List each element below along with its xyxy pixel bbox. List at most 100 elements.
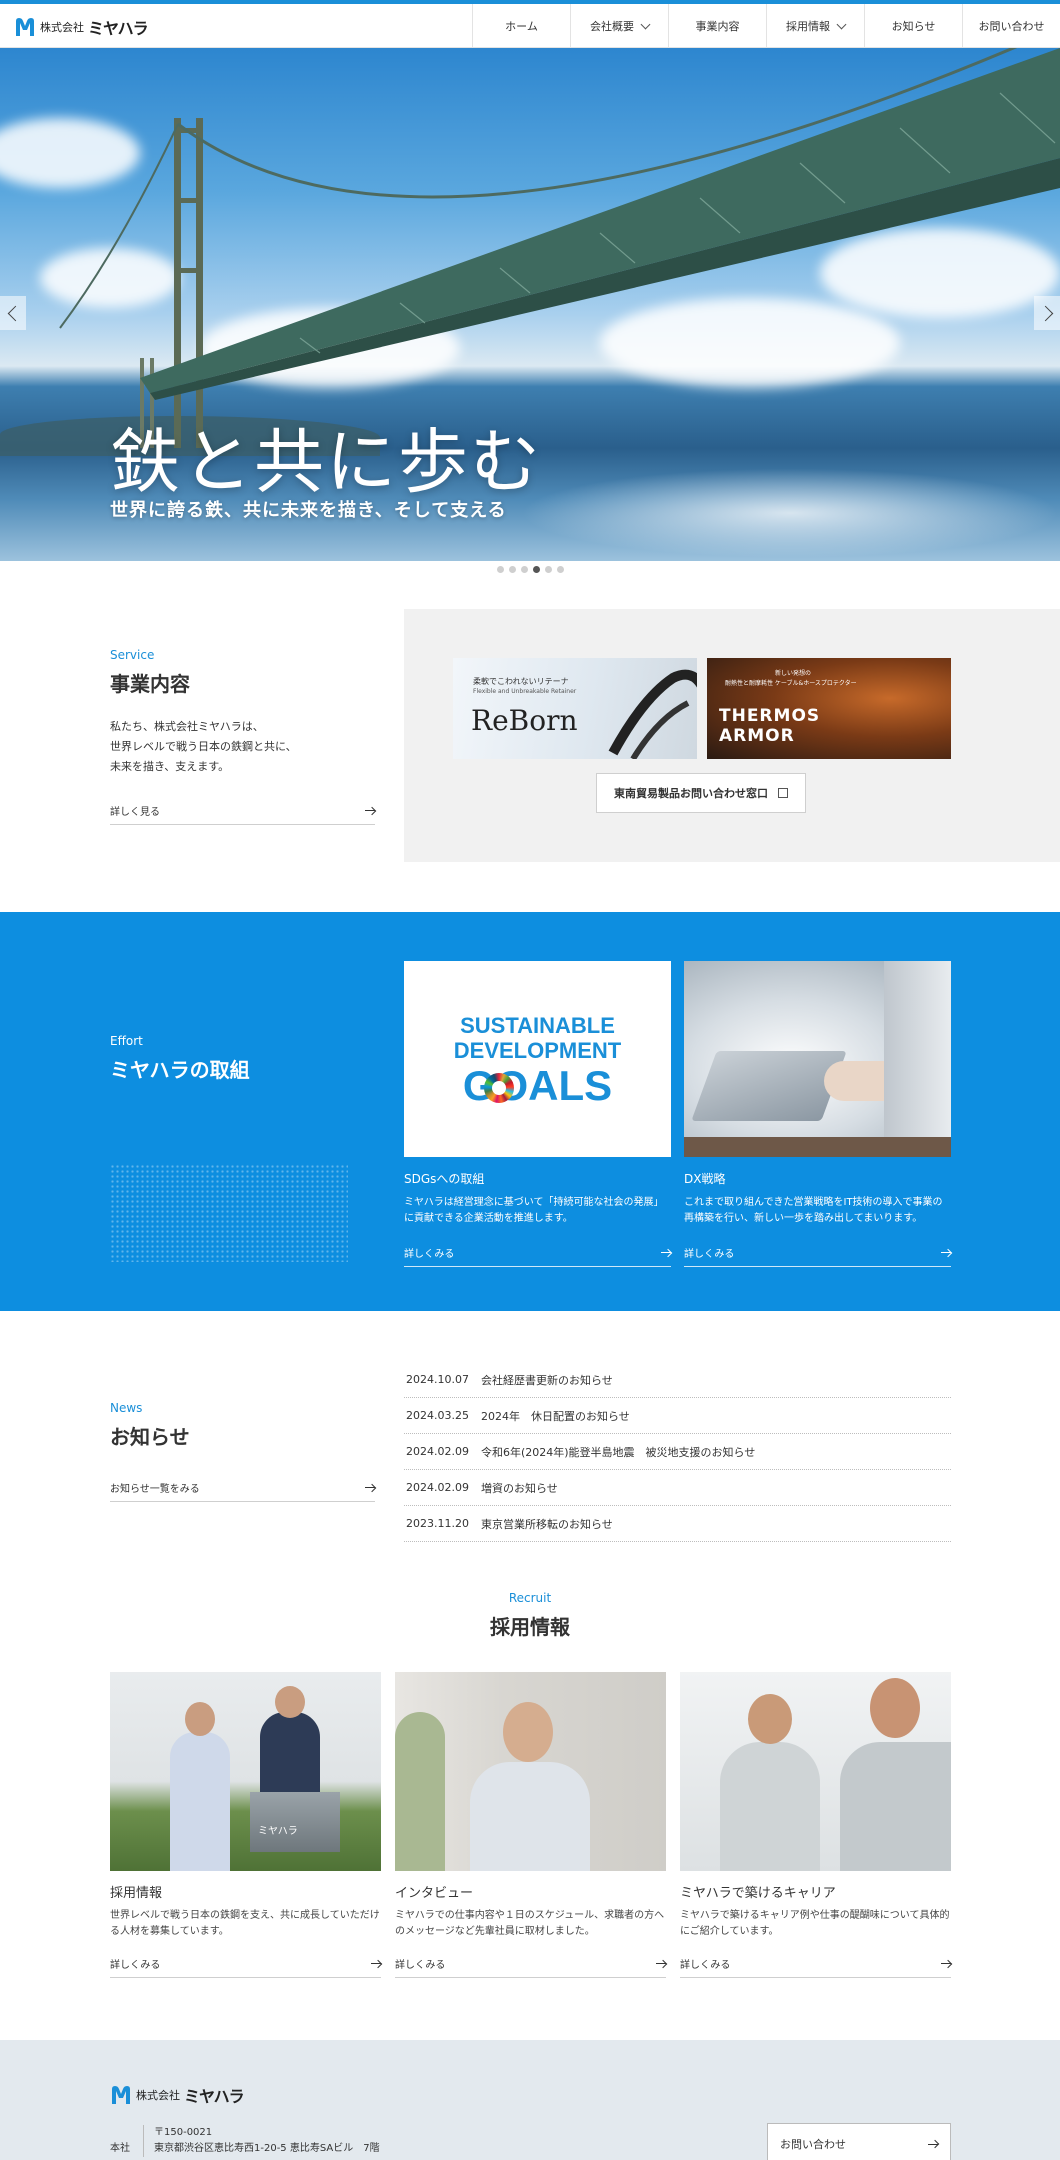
footer-logo-company-name: ミヤハラ: [184, 2087, 245, 2106]
news-item[interactable]: 2024.02.09 令和6年(2024年)能登半島地震 被災地支援のお知らせ: [404, 1434, 951, 1470]
thermos-tagline: 新しい発想の: [775, 670, 812, 677]
external-link-icon: [778, 788, 788, 798]
sdgs-card-title: SDGsへの取組: [404, 1172, 485, 1186]
news-list-label: お知らせ一覧をみる: [110, 1484, 200, 1495]
service-desc-line: 私たち、株式会社ミヤハラは、: [110, 720, 264, 733]
sdgs-wheel-center: [492, 1081, 506, 1095]
news-list: 2024.10.07 会社経歴書更新のお知らせ 2024.03.25 2024年 休…: [404, 1362, 951, 1542]
site-logo[interactable]: 株式会社 ミヤハラ: [14, 16, 149, 38]
chevron-down-icon: [836, 19, 847, 29]
footer-contact-button[interactable]: お問い合わせ: [767, 2123, 951, 2160]
recruit-header: Recruit 採用情報: [0, 1591, 1060, 1640]
effort-eyebrow: Effort: [110, 1034, 143, 1048]
person-head-shape: [185, 1702, 215, 1736]
recruit-info-title: 採用情報: [110, 1886, 163, 1901]
nav-recruit-label: 採用情報: [786, 20, 830, 33]
product-contact-button[interactable]: 東南貿易製品お問い合わせ窓口: [596, 773, 806, 813]
slider-next-button[interactable]: [1034, 296, 1060, 330]
arrow-right-icon: [661, 1250, 671, 1256]
sdgs-word: SUSTAINABLE: [460, 1013, 615, 1038]
dx-card[interactable]: DX戦略 これまで取り組んできた営業戦略をIT技術の導入で事業の再構築を行い、新…: [684, 961, 951, 1267]
effort-heading: ミヤハラの取組: [110, 1058, 250, 1082]
news-item[interactable]: 2023.11.20 東京営業所移転のお知らせ: [404, 1506, 951, 1542]
dx-card-desc: これまで取り組んできた営業戦略をIT技術の導入で事業の再構築を行い、新しい一歩を…: [684, 1197, 943, 1224]
recruit-info-more-label: 詳しくみる: [110, 1960, 161, 1971]
slider-dot[interactable]: [508, 566, 516, 573]
sdgs-more-link[interactable]: 詳しくみる: [404, 1245, 671, 1267]
news-date: 2024.10.07: [406, 1373, 469, 1386]
news-list-link[interactable]: お知らせ一覧をみる: [110, 1480, 375, 1502]
news-title: 会社経歴書更新のお知らせ: [480, 1373, 613, 1387]
news-date: 2024.02.09: [406, 1445, 469, 1458]
slider-prev-button[interactable]: [0, 296, 26, 330]
reborn-banner[interactable]: 柔軟でこわれないリテーナ Flexible and Unbreakable Re…: [453, 658, 697, 759]
nav-home[interactable]: ホーム: [472, 4, 570, 48]
sdgs-card[interactable]: SUSTAINABLE DEVELOPMENT GOALS SDGsへの取組 ミ…: [404, 961, 671, 1267]
dx-more-label: 詳しくみる: [684, 1249, 735, 1260]
slider-dot-active[interactable]: [532, 566, 540, 573]
footer-logo[interactable]: 株式会社 ミヤハラ: [110, 2083, 245, 2107]
logo-company-name: ミヤハラ: [88, 19, 149, 38]
logo-m-icon: [14, 17, 36, 37]
service-eyebrow: Service: [110, 648, 155, 662]
thermos-product-name: THERMOS ARMOR: [719, 706, 821, 746]
footer-address: 本社 〒150-0021 東京都渋谷区恵比寿西1-20-5 恵比寿SAビル 7階: [110, 2125, 380, 2157]
recruit-info-card[interactable]: ミヤハラ 採用情報 世界レベルで戦う日本の鉄鋼を支え、共に成長していただける人材…: [110, 1672, 381, 1978]
office-label: 本社: [110, 2125, 144, 2157]
interview-more-link[interactable]: 詳しくみる: [395, 1956, 666, 1978]
thermos-tagline-2: 耐熱性と耐摩耗性 ケーブル&ホースプロテクター: [725, 680, 857, 687]
product-panel: 柔軟でこわれないリテーナ Flexible and Unbreakable Re…: [404, 609, 1060, 862]
dx-card-title: DX戦略: [684, 1172, 726, 1186]
nav-recruit[interactable]: 採用情報: [766, 4, 864, 48]
person-shape: [170, 1732, 230, 1871]
person-shape: [720, 1742, 820, 1871]
thermos-armor-banner[interactable]: 新しい発想の 耐熱性と耐摩耗性 ケーブル&ホースプロテクター THERMOS A…: [707, 658, 951, 759]
slider-dot[interactable]: [544, 566, 552, 573]
recruit-info-image: ミヤハラ: [110, 1672, 381, 1871]
arrow-right-icon: [941, 1961, 951, 1967]
service-more-link[interactable]: 詳しく見る: [110, 803, 375, 825]
dx-more-link[interactable]: 詳しくみる: [684, 1245, 951, 1267]
slider-dot[interactable]: [496, 566, 504, 573]
footer-logo-company-type: 株式会社: [136, 2089, 180, 2102]
career-title: ミヤハラで築けるキャリア: [680, 1886, 836, 1901]
address-lines: 〒150-0021 東京都渋谷区恵比寿西1-20-5 恵比寿SAビル 7階: [154, 2125, 380, 2157]
nav-business[interactable]: 事業内容: [668, 4, 766, 48]
arrow-right-icon: [365, 1485, 375, 1491]
news-item[interactable]: 2024.10.07 会社経歴書更新のお知らせ: [404, 1362, 951, 1398]
street-address: 東京都渋谷区恵比寿西1-20-5 恵比寿SAビル 7階: [154, 2143, 380, 2154]
chevron-down-icon: [640, 19, 651, 29]
hero-subtitle: 世界に誇る鉄、共に未来を描き、そして支える: [110, 500, 507, 521]
news-item[interactable]: 2024.03.25 2024年 休日配置のお知らせ: [404, 1398, 951, 1434]
reborn-tagline: 柔軟でこわれないリテーナ: [473, 677, 569, 686]
nav-news[interactable]: お知らせ: [864, 4, 962, 48]
career-card[interactable]: ミヤハラで築けるキャリア ミヤハラで築けるキャリア例や仕事の醍醐味について具体的…: [680, 1672, 951, 1978]
product-contact-label: 東南貿易製品お問い合わせ窓口: [614, 787, 768, 800]
recruit-heading: 採用情報: [490, 1615, 570, 1639]
nav-company-label: 会社概要: [590, 20, 634, 33]
laptop-shape: [691, 1051, 847, 1121]
footer-contact-label: お問い合わせ: [780, 2138, 846, 2151]
service-desc-line: 未来を描き、支えます。: [110, 760, 230, 773]
recruit-info-desc: 世界レベルで戦う日本の鉄鋼を支え、共に成長していただける人材を募集しています。: [110, 1910, 380, 1937]
interview-card[interactable]: インタビュー ミヤハラでの仕事内容や１日のスケジュール、求職者の方へのメッセージ…: [395, 1672, 666, 1978]
arrow-right-icon: [656, 1961, 666, 1967]
plant-shape: [395, 1712, 445, 1871]
slider-dot[interactable]: [556, 566, 564, 573]
nav-company[interactable]: 会社概要: [570, 4, 668, 48]
slider-dot[interactable]: [520, 566, 528, 573]
service-intro: Service 事業内容 私たち、株式会社ミヤハラは、 世界レベルで戦う日本の鉄…: [110, 648, 375, 825]
career-image: [680, 1672, 951, 1871]
reborn-tagline-en: Flexible and Unbreakable Retainer: [473, 688, 577, 695]
career-more-label: 詳しくみる: [680, 1960, 731, 1971]
sdgs-logo-text: SUSTAINABLE DEVELOPMENT GOALS: [404, 1013, 671, 1109]
nav-contact[interactable]: お問い合わせ: [962, 4, 1060, 48]
slider-dots: [0, 566, 1060, 573]
interview-image: [395, 1672, 666, 1871]
news-item[interactable]: 2024.02.09 増資のお知らせ: [404, 1470, 951, 1506]
logo-m-icon: [110, 2085, 132, 2105]
hero-title: 鉄と共に歩む: [110, 421, 542, 503]
interview-desc: ミヤハラでの仕事内容や１日のスケジュール、求職者の方へのメッセージなど先輩社員に…: [395, 1910, 665, 1937]
recruit-info-more-link[interactable]: 詳しくみる: [110, 1956, 381, 1978]
career-more-link[interactable]: 詳しくみる: [680, 1956, 951, 1978]
